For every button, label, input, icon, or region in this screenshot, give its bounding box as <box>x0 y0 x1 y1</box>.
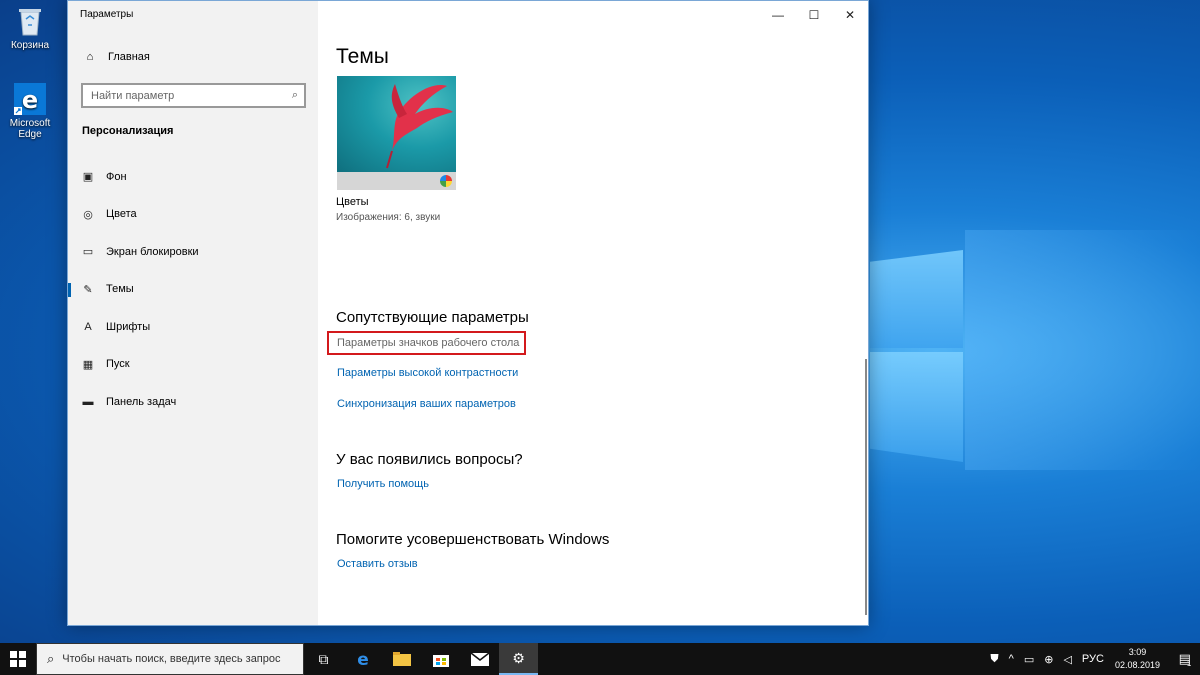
store-icon <box>432 655 449 667</box>
desktop-icon-settings-link[interactable]: Параметры значков рабочего стола <box>337 337 519 349</box>
feedback-link[interactable]: Оставить отзыв <box>337 558 418 570</box>
picture-icon: ▣ <box>82 171 94 184</box>
mail-icon <box>470 652 489 666</box>
font-icon: A <box>84 320 92 333</box>
taskbar-edge[interactable]: e <box>343 643 382 675</box>
taskbar: ⌕ Чтобы начать поиск, введите здесь запр… <box>0 643 1200 675</box>
sidebar-item-background[interactable]: ▣ Фон <box>68 158 318 196</box>
clock-date: 02.08.2019 <box>1114 660 1160 670</box>
sidebar-item-label: Панель задач <box>106 395 177 408</box>
volume-icon[interactable]: ◁ <box>1063 653 1071 666</box>
theme-accent-strip <box>337 172 456 190</box>
settings-search-box[interactable]: ⌕ <box>81 83 306 108</box>
globe-icon[interactable]: ⊕ <box>1044 653 1053 666</box>
notification-count: 1 <box>1186 658 1192 668</box>
theme-details: Изображения: 6, звуки <box>336 212 441 223</box>
chevron-up-icon[interactable]: ^ <box>1009 653 1014 665</box>
clock-time: 3:09 <box>1128 647 1147 657</box>
edge-icon: e <box>13 82 47 116</box>
sidebar-item-fonts[interactable]: A Шрифты <box>68 308 318 346</box>
high-contrast-settings-link[interactable]: Параметры высокой контрастности <box>337 367 518 379</box>
search-input[interactable] <box>91 89 292 102</box>
sidebar-item-start[interactable]: ▦ Пуск <box>68 346 318 384</box>
theme-name: Цветы <box>336 196 369 208</box>
lock-screen-icon: ▭ <box>82 246 94 259</box>
palette-icon: ◎ <box>83 208 93 221</box>
main-content: Темы Цветы Изображения: 6, звуки Сопутст… <box>327 1 856 625</box>
taskbar-store[interactable] <box>421 643 460 675</box>
edge-icon: e <box>357 650 369 668</box>
search-icon: ⌕ <box>47 651 55 666</box>
windows-logo-wallpaper <box>870 240 965 465</box>
people-icon[interactable]: ⛊ <box>990 653 998 666</box>
sidebar-item-label: Темы <box>106 283 134 296</box>
recycle-bin-icon <box>13 4 47 38</box>
language-indicator[interactable]: РУС <box>1082 653 1104 665</box>
svg-text:e: e <box>22 86 38 114</box>
sidebar: Параметры ⌂ Главная ⌕ Персонализация ▣ Ф… <box>68 1 318 625</box>
search-icon[interactable]: ⌕ <box>292 89 298 102</box>
sidebar-item-label: Цвета <box>106 208 137 221</box>
questions-heading: У вас появились вопросы? <box>336 451 523 468</box>
home-icon: ⌂ <box>86 51 94 63</box>
task-view-icon: ⧉ <box>318 650 329 667</box>
clock[interactable]: 3:09 02.08.2019 <box>1115 646 1160 672</box>
notification-center-button[interactable]: ▤ 1 <box>1170 643 1200 675</box>
system-tray: ⛊ ^ ▭ ⊕ ◁ РУС 3:09 02.08.2019 ▤ 1 <box>985 643 1200 675</box>
improve-windows-heading: Помогите усовершенствовать Windows <box>336 531 610 548</box>
taskbar-search-box[interactable]: ⌕ Чтобы начать поиск, введите здесь запр… <box>36 643 304 675</box>
desktop-recycle-bin[interactable]: Корзина <box>6 4 54 51</box>
sidebar-nav: ▣ Фон ◎ Цвета ▭ Экран блокировки ✎ Темы … <box>68 158 318 421</box>
window-title: Параметры <box>80 9 134 20</box>
sidebar-item-label: Фон <box>106 170 127 183</box>
sidebar-item-colors[interactable]: ◎ Цвета <box>68 196 318 234</box>
get-help-link[interactable]: Получить помощь <box>337 478 429 490</box>
settings-window: Параметры ⌂ Главная ⌕ Персонализация ▣ Ф… <box>67 0 869 626</box>
theme-preview-image <box>337 76 456 172</box>
desktop-icon-label: Корзина <box>10 40 50 51</box>
sidebar-item-label: Пуск <box>106 358 130 371</box>
sidebar-item-taskbar[interactable]: ▬ Панель задач <box>68 383 318 421</box>
desktop-icon-label: Microsoft Edge <box>9 118 51 140</box>
taskbar-settings[interactable]: ⚙ <box>499 643 538 675</box>
gear-icon: ⚙ <box>512 649 525 666</box>
taskbar-search-placeholder: Чтобы начать поиск, введите здесь запрос <box>62 653 281 665</box>
sidebar-item-themes[interactable]: ✎ Темы <box>68 271 318 309</box>
start-button[interactable] <box>0 643 36 675</box>
network-icon[interactable]: ▭ <box>1024 653 1034 666</box>
windows-start-icon <box>10 651 26 667</box>
taskbar-icon: ▬ <box>82 395 94 408</box>
task-view-button[interactable]: ⧉ <box>304 643 343 675</box>
desktop-edge-shortcut[interactable]: e Microsoft Edge <box>6 82 54 140</box>
folder-icon <box>392 652 411 666</box>
sidebar-section-title: Персонализация <box>82 125 174 137</box>
desktop-light-beam <box>965 230 1200 470</box>
color-wheel-icon <box>440 175 452 187</box>
sidebar-item-label: Шрифты <box>106 320 151 333</box>
sidebar-item-label: Главная <box>108 51 150 63</box>
taskbar-mail[interactable] <box>460 643 499 675</box>
sidebar-item-home[interactable]: ⌂ Главная <box>82 51 150 63</box>
taskbar-file-explorer[interactable] <box>382 643 421 675</box>
sidebar-item-label: Экран блокировки <box>106 245 199 258</box>
content-scrollbar[interactable] <box>865 359 867 615</box>
sidebar-item-lock-screen[interactable]: ▭ Экран блокировки <box>68 233 318 271</box>
page-title: Темы <box>336 45 389 68</box>
related-settings-heading: Сопутствующие параметры <box>336 309 529 326</box>
theme-thumbnail[interactable] <box>337 76 456 190</box>
svg-text:e: e <box>357 650 369 668</box>
sync-settings-link[interactable]: Синхронизация ваших параметров <box>337 398 516 410</box>
brush-icon: ✎ <box>83 283 93 296</box>
start-icon: ▦ <box>82 358 94 371</box>
